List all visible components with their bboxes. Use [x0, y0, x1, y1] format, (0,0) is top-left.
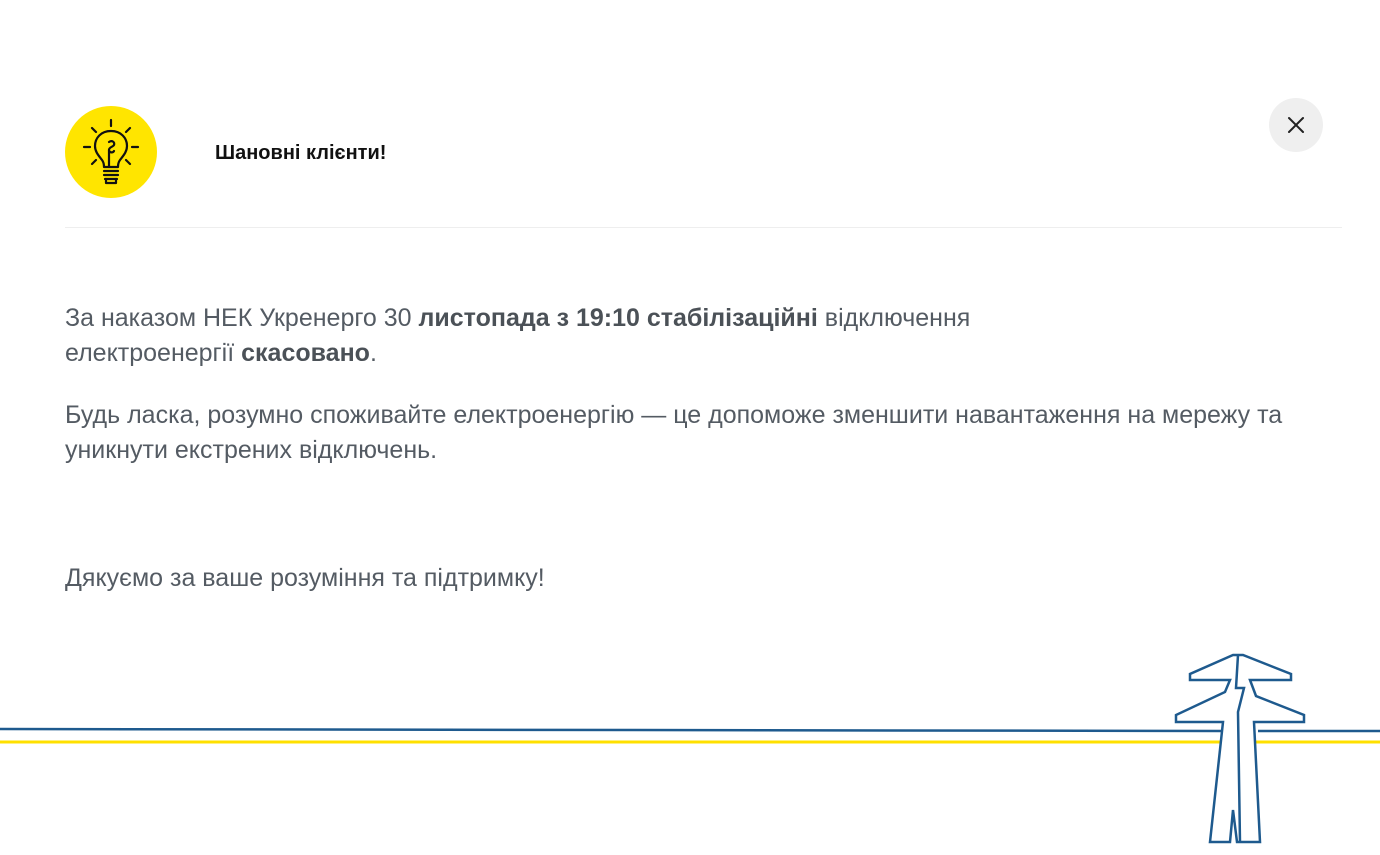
bold-status: скасовано	[241, 339, 370, 367]
text-segment: .	[369, 339, 377, 367]
thanks-paragraph: Дякуємо за ваше розуміння та підтримку!	[65, 564, 545, 592]
modal-title: Шановні клієнти!	[215, 142, 387, 164]
modal-header: Шановні клієнти!	[65, 106, 1342, 200]
power-line-decoration	[0, 653, 1380, 844]
text-segment: За наказом НЕК Укренерго 30	[65, 304, 419, 332]
blue-line	[0, 727, 1223, 733]
bold-date-phrase: листопада з 19:10 стабілізаційні	[418, 304, 818, 332]
notice-modal: Шановні клієнти! За наказом НЕК Укренерг…	[0, 0, 1380, 855]
power-tower-icon	[1174, 653, 1306, 844]
lightbulb-icon	[82, 118, 140, 185]
message-paragraph-1: За наказом НЕК Укренерго 30 листопада з …	[65, 301, 1085, 371]
close-icon	[1288, 117, 1304, 133]
header-divider	[65, 227, 1342, 228]
close-button[interactable]	[1269, 98, 1323, 152]
lightbulb-badge	[65, 106, 157, 198]
message-paragraph-2: Будь ласка, розумно споживайте електроен…	[65, 401, 1283, 464]
